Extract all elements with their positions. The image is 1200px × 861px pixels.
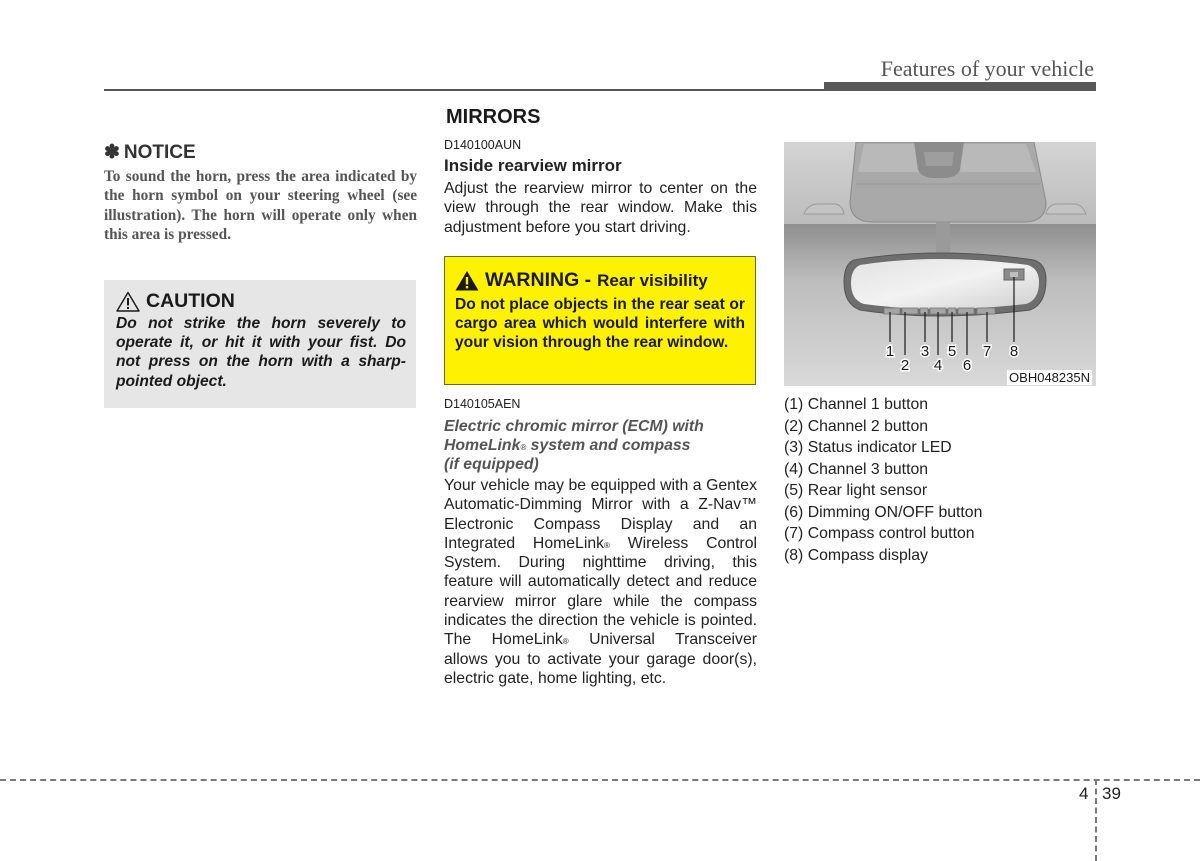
callout-5: 5: [948, 343, 956, 360]
chapter-number: 4: [1079, 784, 1089, 803]
warning-triangle-filled-icon: [455, 271, 479, 291]
mirror-illustration: 1 2 3 4 5 6 7 8 OBH048235N: [784, 142, 1096, 386]
legend-item: (3) Status indicator LED: [784, 439, 952, 456]
warning-subtitle: Rear visibility: [597, 270, 708, 290]
caution-heading: CAUTION: [116, 290, 406, 313]
inside-mirror-body: Adjust the rearview mirror to center on …: [444, 180, 757, 236]
inside-mirror-heading: Inside rearview mirror: [444, 156, 622, 175]
callout-8: 8: [1010, 343, 1018, 360]
callout-3: 3: [921, 343, 929, 360]
header-rule-accent: [824, 82, 1096, 91]
ecm-heading: Electric chromic mirror (ECM) with HomeL…: [444, 417, 757, 474]
legend-item: (5) Rear light sensor: [784, 482, 928, 499]
mirrors-title: MIRRORS: [446, 106, 541, 128]
callout-1: 1: [886, 343, 894, 360]
warning-box: WARNING - Rear visibility Do not place o…: [444, 256, 756, 385]
legend-item: (7) Compass control button: [784, 525, 975, 542]
callout-7: 7: [983, 343, 991, 360]
section-title: Features of your vehicle: [880, 56, 1094, 81]
ecm-title-line2: system and compass: [526, 437, 691, 454]
warning-triangle-outline-icon: [116, 291, 140, 312]
callout-6: 6: [963, 357, 971, 374]
ecm-body: Your vehicle may be equipped with a Gent…: [444, 476, 757, 688]
page-number: 39: [1102, 784, 1121, 803]
mirrors-section: MIRRORS D140100AUN Inside rearview mirro…: [444, 106, 757, 237]
ecm-title-line3: (if equipped): [444, 456, 539, 473]
ecm-title-homelink: HomeLink: [444, 437, 521, 454]
registered-mark: ®: [604, 540, 610, 550]
notice-title: NOTICE: [123, 141, 196, 163]
footer-rule: [0, 779, 1200, 781]
ecm-code: D140105AEN: [444, 397, 521, 411]
warning-body: Do not place objects in the rear seat or…: [455, 296, 745, 351]
caution-box: CAUTION Do not strike the horn severely …: [104, 280, 416, 408]
caution-body: Do not strike the horn severely to opera…: [116, 315, 406, 390]
footer-divider: [1095, 779, 1097, 861]
notice-body: To sound the horn, press the area indica…: [104, 168, 417, 244]
ecm-section: D140105AEN Electric chromic mirror (ECM)…: [444, 397, 757, 688]
registered-mark: ®: [562, 637, 569, 647]
callout-4: 4: [934, 357, 942, 374]
warning-heading: WARNING - Rear visibility: [455, 269, 745, 292]
registered-mark: ®: [520, 443, 527, 452]
legend-item: (8) Compass display: [784, 546, 928, 564]
callout-2: 2: [901, 357, 909, 374]
figure-legend: (1) Channel 1 button (2) Channel 2 butto…: [784, 394, 1096, 566]
legend-item: (1) Channel 1 button: [784, 396, 929, 413]
inside-mirror-code: D140100AUN: [444, 138, 522, 152]
ecm-title-line1: Electric chromic mirror (ECM) with: [444, 418, 704, 435]
caution-title: CAUTION: [146, 290, 235, 312]
notice-star-icon: ✽: [104, 142, 120, 163]
notice-block: ✽ NOTICE To sound the horn, press the ar…: [104, 141, 417, 245]
legend-item: (6) Dimming ON/OFF button: [784, 503, 983, 521]
figure-code: OBH048235N: [1007, 370, 1092, 385]
warning-title: WARNING -: [485, 269, 592, 291]
legend-item: (2) Channel 2 button: [784, 417, 929, 435]
legend-item: (4) Channel 3 button: [784, 460, 929, 478]
notice-heading: ✽ NOTICE: [104, 141, 417, 164]
mirror-illustration-drawing: 1 2 3 4 5 6 7 8: [784, 142, 1096, 386]
